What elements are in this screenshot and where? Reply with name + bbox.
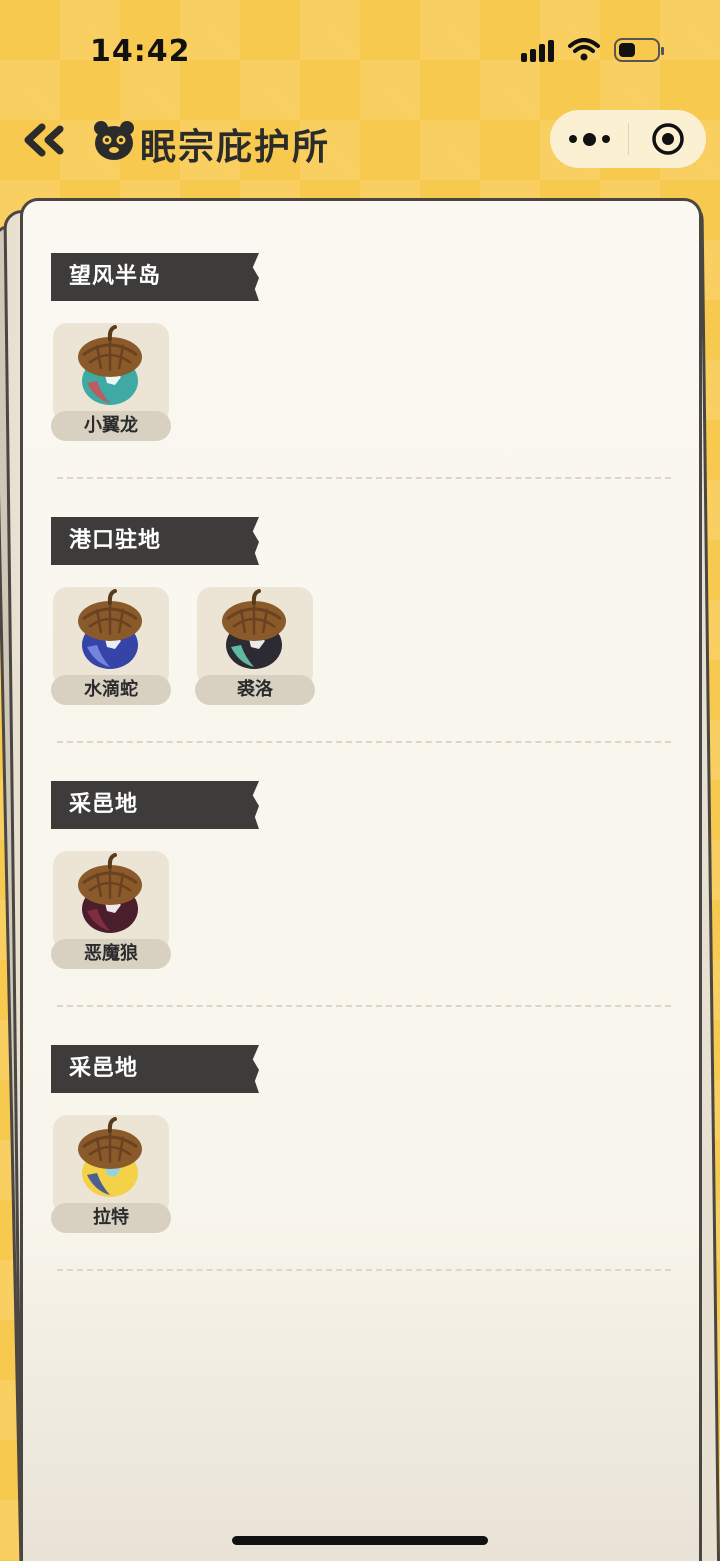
mini-program-capsule [550, 110, 706, 168]
acorn-pet-icon [78, 853, 142, 933]
section-divider [57, 1005, 671, 1007]
pet-list: 拉特 [51, 1115, 171, 1233]
pet-list: 水滴蛇 裘洛 [51, 587, 315, 705]
back-button[interactable] [18, 116, 70, 164]
pet-list: 恶魔狼 [51, 851, 171, 969]
section-divider [57, 477, 671, 479]
wifi-icon [568, 38, 600, 61]
pet-name: 裘洛 [195, 675, 315, 705]
home-indicator [232, 1536, 488, 1545]
status-time: 14:42 [90, 34, 191, 69]
pet-card[interactable]: 裘洛 [195, 587, 315, 705]
region-title: 采邑地 [51, 1045, 259, 1093]
region-title: 港口驻地 [51, 517, 259, 565]
nav-bar: 眠宗庇护所 [0, 100, 720, 180]
pet-list: 小翼龙 [51, 323, 171, 441]
status-icons [521, 38, 664, 62]
region-section: 港口驻地水滴蛇 裘洛 [23, 517, 699, 747]
more-dots-icon [568, 135, 577, 143]
region-title: 望风半岛 [51, 253, 259, 301]
pet-card[interactable]: 恶魔狼 [51, 851, 171, 969]
section-divider [57, 741, 671, 743]
shelter-paper-panel: 望风半岛 小翼龙 港口驻地 水滴蛇 裘洛 采邑地 恶魔狼 采邑地 拉特 [20, 198, 702, 1561]
cellular-signal-icon [521, 38, 554, 62]
status-bar: 14:42 [0, 0, 720, 100]
pet-name: 水滴蛇 [51, 675, 171, 705]
acorn-pet-icon [78, 325, 142, 405]
acorn-pet-icon [222, 589, 286, 669]
double-chevron-left-icon [24, 123, 64, 157]
acorn-pet-icon [78, 1117, 142, 1197]
more-button[interactable] [550, 110, 628, 168]
pet-name: 恶魔狼 [51, 939, 171, 969]
pet-card[interactable]: 拉特 [51, 1115, 171, 1233]
battery-level [619, 43, 636, 57]
region-section: 采邑地 拉特 [23, 1045, 699, 1275]
battery-icon [614, 38, 664, 62]
pet-name: 拉特 [51, 1203, 171, 1233]
pet-name: 小翼龙 [51, 411, 171, 441]
section-divider [57, 1269, 671, 1271]
region-section: 采邑地 恶魔狼 [23, 781, 699, 1011]
acorn-pet-icon [78, 589, 142, 669]
page-title: 眠宗庇护所 [140, 127, 331, 168]
target-circle-icon [651, 123, 684, 155]
region-title: 采邑地 [51, 781, 259, 829]
close-button[interactable] [629, 110, 706, 168]
pet-card[interactable]: 水滴蛇 [51, 587, 171, 705]
region-section: 望风半岛 小翼龙 [23, 253, 699, 483]
pet-card[interactable]: 小翼龙 [51, 323, 171, 441]
bear-face-icon [94, 121, 134, 160]
